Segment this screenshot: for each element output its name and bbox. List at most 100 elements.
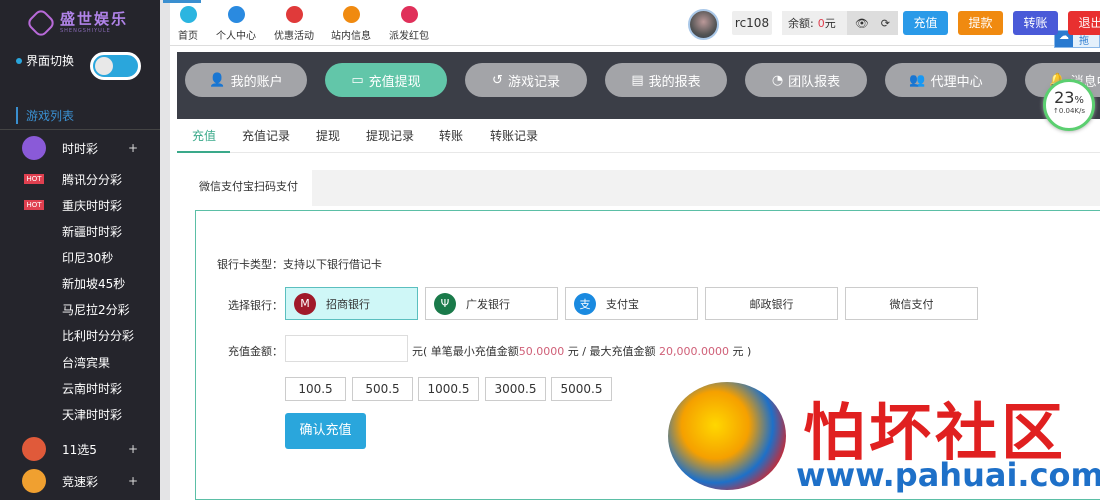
sidebar-game-item[interactable]: 新疆时时彩 <box>0 219 160 243</box>
bank-logo-icon: 支 <box>574 292 596 315</box>
divider <box>0 129 160 130</box>
speed-rate: ↑0.04K/s <box>1052 107 1086 115</box>
users-icon: 👥 <box>909 72 926 88</box>
quick-amount-button[interactable]: 3000.5 <box>485 377 546 401</box>
nav-icon <box>400 6 418 23</box>
top-nav-item[interactable]: 站内信息 <box>326 6 376 42</box>
quick-amount-button[interactable]: 1000.5 <box>418 377 479 401</box>
sidebar: 盛世娱乐 SHENGSHIYULE 界面切换 游戏列表 + 时时彩 HOT 腾讯分分彩… <box>0 0 160 500</box>
sidebar-game-item[interactable]: 马尼拉2分彩 <box>0 297 160 321</box>
sidebar-game-item[interactable]: 云南时时彩 <box>0 376 160 400</box>
fish-logo-icon <box>668 382 786 490</box>
amount-input[interactable] <box>285 335 408 362</box>
refresh-icon[interactable]: ⟳ <box>881 17 890 30</box>
action-button[interactable]: 充值 <box>903 11 948 35</box>
main-nav: 👤我的账户▭充值提现↺游戏记录▤我的报表◔团队报表👥代理中心🔔消息中心 <box>177 52 1100 119</box>
hint-text: ( 单笔最小充值金额 <box>423 345 519 358</box>
sidebar-game-item[interactable]: 印尼30秒 <box>0 245 160 269</box>
main-nav-pill[interactable]: ◔ 团队报表 <box>745 63 867 97</box>
top-nav-item[interactable]: 首页 <box>163 0 213 42</box>
quick-amount-button[interactable]: 5000.5 <box>551 377 612 401</box>
main-nav-pill[interactable]: 👤 我的账户 <box>185 63 307 97</box>
subtab-qr-pay[interactable]: 微信支付宝扫码支付 <box>185 170 312 206</box>
sidebar-game-item[interactable]: + 竞速彩 <box>0 469 160 493</box>
lottery-ball-icon <box>22 469 46 493</box>
tab-bar: 充值 充值记录 提现 提现记录 转账 转账记录 <box>177 120 1100 153</box>
avatar[interactable] <box>688 9 719 40</box>
network-speed-widget[interactable]: 23% ↑0.04K/s <box>1043 79 1095 131</box>
sidebar-game-item[interactable]: + 时时彩 <box>0 136 160 160</box>
bank-option[interactable]: M 招商银行 <box>285 287 418 320</box>
brand-words: 盛世娱乐 SHENGSHIYULE <box>60 12 128 34</box>
tab[interactable]: 提现 <box>316 120 340 153</box>
sidebar-game-item[interactable]: HOT 重庆时时彩 <box>0 193 160 217</box>
watermark-url: www.pahuai.com <box>796 456 1100 494</box>
select-bank-label: 选择银行： <box>228 299 283 312</box>
watermark: 怕坏社区 www.pahuai.com <box>668 382 1100 500</box>
user-icon: 👤 <box>209 72 226 88</box>
expand-icon[interactable]: + <box>128 141 138 155</box>
action-button[interactable]: 退出 <box>1068 11 1100 35</box>
min-amount: 50.0000 <box>518 345 565 358</box>
game-label: 比利时分分彩 <box>62 328 135 343</box>
sidebar-game-item[interactable]: 台湾宾果 <box>0 350 160 374</box>
action-button[interactable]: 转账 <box>1013 11 1058 35</box>
action-button[interactable]: 提款 <box>958 11 1003 35</box>
top-nav-item[interactable]: 优惠活动 <box>269 6 319 42</box>
amount-label: 充值金额： <box>228 345 283 358</box>
balance-label: 余额: <box>788 17 814 30</box>
bank-option[interactable]: 微信支付 <box>845 287 978 320</box>
game-label: 台湾宾果 <box>62 355 111 370</box>
sidebar-game-item[interactable]: 比利时分分彩 <box>0 323 160 347</box>
top-nav-item[interactable]: 个人中心 <box>211 6 261 42</box>
main-nav-pill[interactable]: ▤ 我的报表 <box>605 63 727 97</box>
game-label: 马尼拉2分彩 <box>62 302 130 317</box>
eye-icon[interactable]: 👁 <box>855 17 869 30</box>
theme-switch-label: 界面切换 <box>16 52 74 69</box>
main-nav-pill[interactable]: ↺ 游戏记录 <box>465 63 587 97</box>
bank-option[interactable]: 邮政银行 <box>705 287 838 320</box>
expand-icon[interactable]: + <box>128 474 138 488</box>
game-label: 印尼30秒 <box>62 250 114 265</box>
game-label: 重庆时时彩 <box>62 198 123 213</box>
expand-icon[interactable]: + <box>128 442 138 456</box>
quick-amount-button[interactable]: 100.5 <box>285 377 346 401</box>
game-label: 11选5 <box>62 442 97 457</box>
game-label: 新加坡45秒 <box>62 276 126 291</box>
nav-label: 派发红包 <box>389 31 429 42</box>
brand-logo[interactable]: 盛世娱乐 SHENGSHIYULE <box>25 7 150 39</box>
sidebar-gutter <box>160 0 170 500</box>
sidebar-game-item[interactable]: 新加坡45秒 <box>0 271 160 295</box>
game-label: 时时彩 <box>62 141 99 156</box>
brand-name: 盛世娱乐 <box>60 10 129 28</box>
tab[interactable]: 转账记录 <box>490 120 538 153</box>
confirm-recharge-button[interactable]: 确认充值 <box>285 413 366 449</box>
sidebar-game-item[interactable]: 天津时时彩 <box>0 402 160 426</box>
theme-toggle[interactable] <box>90 52 141 80</box>
quick-amount-button[interactable]: 500.5 <box>352 377 413 401</box>
sidebar-game-item[interactable]: HOT 腾讯分分彩 <box>0 167 160 191</box>
tab[interactable]: 充值记录 <box>242 120 290 153</box>
pill-label: 我的账户 <box>230 74 283 90</box>
tab[interactable]: 转账 <box>439 120 463 153</box>
tab[interactable]: 提现记录 <box>366 120 414 153</box>
switch-label: 界面切换 <box>26 54 75 68</box>
sidebar-game-item[interactable]: +11选5 <box>0 437 160 461</box>
top-nav-item[interactable]: 派发红包 <box>384 6 434 42</box>
game-label: 竞速彩 <box>62 474 99 489</box>
pill-label: 团队报表 <box>788 74 841 90</box>
bank-label: 微信支付 <box>889 297 934 311</box>
bank-option[interactable]: 支支付宝 <box>565 287 698 320</box>
bank-label: 招商银行 <box>326 297 370 311</box>
main-nav-pill[interactable]: 👥 代理中心 <box>885 63 1007 97</box>
balance-box: 余额: 0 元 👁 ⟳ <box>782 11 898 35</box>
pill-label: 游戏记录 <box>507 74 560 90</box>
tab[interactable]: 充值 <box>177 120 230 153</box>
history-icon: ↺ <box>492 72 503 88</box>
main-nav-pill[interactable]: ▭ 充值提现 <box>325 63 447 97</box>
nav-label: 首页 <box>178 31 198 42</box>
subtab-bar <box>185 170 1100 206</box>
unit: 元 <box>412 345 423 358</box>
hint-text: 元 / 最大充值金额 <box>564 345 659 358</box>
bank-option[interactable]: Ψ 广发银行 <box>425 287 558 320</box>
